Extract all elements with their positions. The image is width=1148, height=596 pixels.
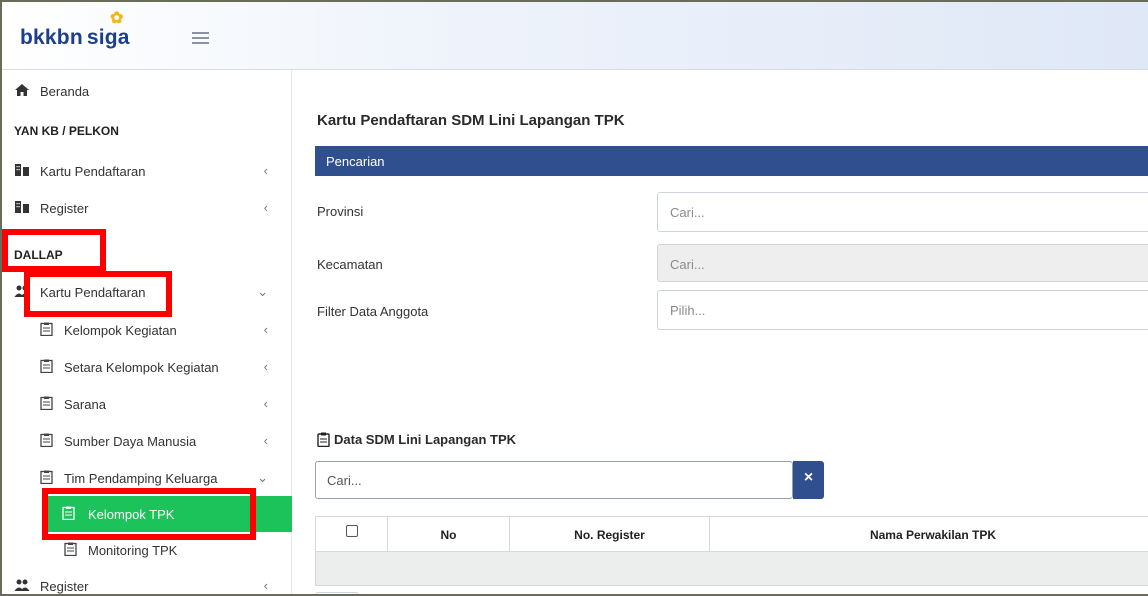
sidebar-item-label: Beranda [40,84,90,99]
table-search-input[interactable]: Cari... [315,461,793,499]
table-header: No No. Register Nama Perwakilan TPK [315,516,1148,553]
top-bar: bkkbn siga ✿ [2,2,1148,70]
chevron-left-icon: ‹ [263,396,268,411]
table-empty-row [315,552,1148,586]
sidebar-item-label: Setara Kelompok Kegiatan [64,360,219,375]
users-icon [14,579,30,591]
logo-flower-icon: ✿ [110,10,124,27]
sidebar-subitem-sarana[interactable]: Sarana ‹ [2,386,292,422]
sidebar-item-register-dallap[interactable]: Register ‹ [2,568,292,594]
provinsi-select[interactable]: Cari... [657,192,1148,232]
search-panel-header: Pencarian [315,146,1148,176]
brand-name-right: siga [86,26,130,49]
data-section-title-text: Data SDM Lini Lapangan TPK [334,432,517,447]
kecamatan-label: Kecamatan [317,257,383,272]
highlight-box-kartu-pendaftaran [24,271,172,317]
close-icon[interactable]: × [793,461,824,499]
sidebar-subitem-kelompok-kegiatan[interactable]: Kelompok Kegiatan ‹ [2,312,292,348]
sidebar-item-register[interactable]: Register ‹ [2,190,292,226]
data-section-title: Data SDM Lini Lapangan TPK [317,432,516,447]
sidebar-item-label: Register [40,201,89,216]
menu-icon[interactable] [192,32,209,45]
filter-data-anggota-label: Filter Data Anggota [317,304,429,319]
column-header-nama-perwakilan[interactable]: Nama Perwakilan TPK [710,517,1148,553]
clipboard-icon [40,322,53,336]
sidebar-item-label: Kartu Pendaftaran [40,164,146,179]
chevron-left-icon: ‹ [263,163,268,178]
column-header-no[interactable]: No [388,517,510,553]
chevron-left-icon: ‹ [263,359,268,374]
main-content: Kartu Pendaftaran SDM Lini Lapangan TPK … [293,70,1148,594]
select-all-cell [316,517,388,553]
brand-name-left: bkkbn [20,26,83,49]
chevron-left-icon: ‹ [263,322,268,337]
clipboard-icon [64,542,77,556]
sidebar-item-label: Register [40,579,89,594]
brand-logo[interactable]: bkkbn siga ✿ [20,10,130,50]
column-header-no-register[interactable]: No. Register [510,517,710,553]
kecamatan-select: Cari... [657,244,1148,282]
clipboard-icon [40,359,53,373]
chevron-down-icon: ⌄ [257,284,268,299]
building-icon [15,201,29,213]
sidebar-item-label: Monitoring TPK [88,543,178,558]
filter-data-anggota-select[interactable]: Pilih... [657,290,1148,330]
clipboard-icon [317,432,330,447]
sidebar-item-kartu-pendaftaran[interactable]: Kartu Pendaftaran ‹ [2,153,292,189]
clipboard-icon [40,396,53,410]
chevron-left-icon: ‹ [263,578,268,593]
clipboard-icon [40,433,53,447]
chevron-left-icon: ‹ [263,200,268,215]
sidebar-subitem-sumber-daya-manusia[interactable]: Sumber Daya Manusia ‹ [2,423,292,459]
chevron-left-icon: ‹ [263,433,268,448]
select-all-checkbox[interactable] [345,525,358,537]
sidebar-item-beranda[interactable]: Beranda [2,74,292,110]
pagination-stub[interactable] [315,592,359,594]
home-icon [15,84,29,96]
chevron-down-icon: ⌄ [257,470,268,485]
sidebar-subitem-setara-kelompok-kegiatan[interactable]: Setara Kelompok Kegiatan ‹ [2,349,292,385]
sidebar-item-label: Tim Pendamping Keluarga [64,471,218,486]
sidebar-item-label: Sarana [64,397,106,412]
provinsi-label: Provinsi [317,204,364,219]
building-icon [15,164,29,176]
highlight-box-kelompok-tpk [42,488,256,540]
highlight-box-dallap [2,229,106,272]
page-title: Kartu Pendaftaran SDM Lini Lapangan TPK [317,112,625,129]
sidebar-section-yankb: YAN KB / PELKON [14,124,119,138]
clipboard-icon [40,470,53,484]
app-window: bkkbn siga ✿ Beranda YAN KB / PELKON Kart… [0,0,1148,596]
sidebar-item-label: Kelompok Kegiatan [64,323,177,338]
sidebar-item-label: Sumber Daya Manusia [64,434,197,449]
